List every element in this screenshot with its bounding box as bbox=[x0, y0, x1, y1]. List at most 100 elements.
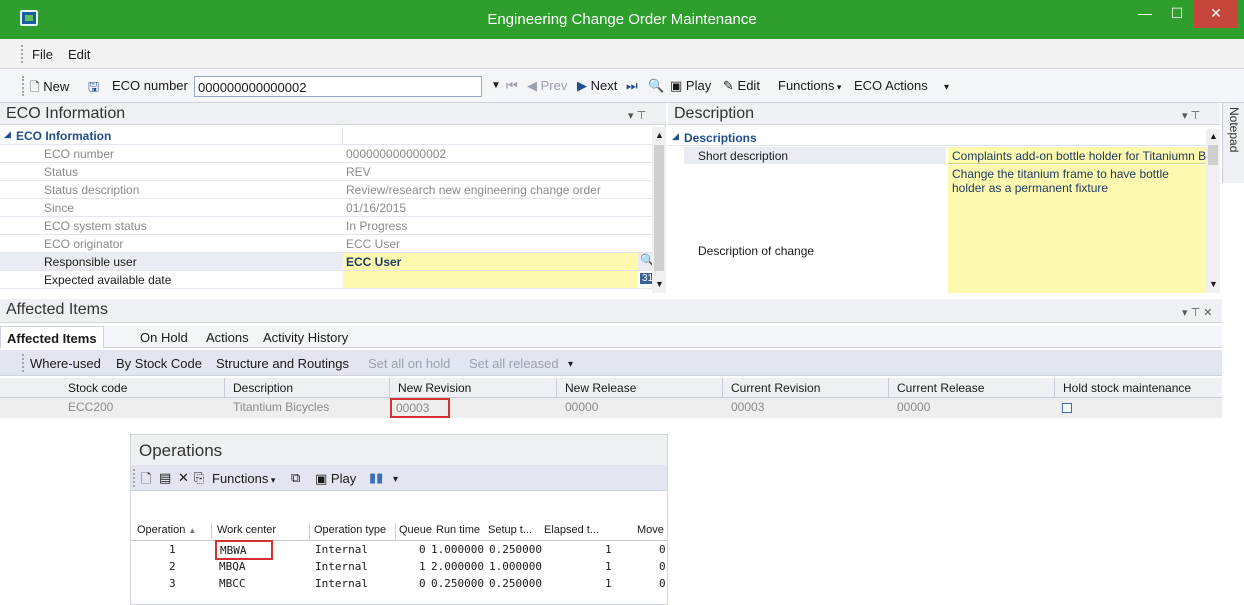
operations-play-button[interactable]: ▣ Play bbox=[315, 471, 356, 487]
scroll-down-icon[interactable]: ▼ bbox=[655, 279, 664, 289]
last-record-icon[interactable]: ⏭ bbox=[626, 78, 638, 94]
scroll-up-icon[interactable]: ▲ bbox=[1209, 131, 1218, 141]
tab-actions[interactable]: Actions bbox=[206, 330, 249, 345]
col-description[interactable]: Description bbox=[225, 378, 390, 398]
search-icon[interactable]: 🔍 bbox=[648, 78, 664, 94]
menu-edit[interactable]: Edit bbox=[68, 47, 90, 62]
work-center-mbwa[interactable]: MBWA bbox=[215, 540, 273, 560]
affected-items-header: Affected Items bbox=[0, 299, 1222, 323]
table-row[interactable]: ECC200 Titantium Bicycles 00003 00000 00… bbox=[0, 398, 1222, 418]
next-button[interactable]: ▶ Next bbox=[577, 78, 617, 94]
toolbar-overflow-icon[interactable]: ▾ bbox=[944, 82, 949, 93]
preview-icon[interactable]: ⧉ bbox=[291, 470, 300, 486]
table-row[interactable]: 3 MBCC Internal 0 0.250000 0.250000 1 0 bbox=[131, 576, 667, 592]
col-queue[interactable]: Queue bbox=[399, 524, 432, 536]
col-hold-stock-maintenance[interactable]: Hold stock maintenance bbox=[1055, 378, 1222, 398]
notepad-tab[interactable]: Notepad bbox=[1222, 103, 1244, 183]
set-all-released-button[interactable]: Set all released bbox=[469, 356, 559, 371]
col-run-time[interactable]: Run time bbox=[436, 524, 480, 536]
col-work-center[interactable]: Work center bbox=[217, 524, 276, 536]
scroll-thumb[interactable] bbox=[654, 145, 664, 271]
short-description-field[interactable]: Complaints add-on bottle holder for Tita… bbox=[948, 147, 1206, 164]
toolbar-overflow-icon[interactable]: ▾ bbox=[393, 474, 398, 485]
operations-panel: Operations 🗋 ▤ ✕ ⎘ Functions ▾ ⧉ ▣ Play … bbox=[130, 434, 668, 605]
delete-icon[interactable]: ✕ bbox=[178, 470, 189, 486]
collapse-icon[interactable]: ◢ bbox=[4, 129, 11, 140]
table-row[interactable]: 1 MBWA Internal 0 1.000000 0.250000 1 0 bbox=[131, 540, 667, 560]
scroll-up-icon[interactable]: ▲ bbox=[655, 130, 664, 140]
prev-arrow-icon: ◀ bbox=[527, 78, 537, 93]
structure-routings-button[interactable]: Structure and Routings bbox=[216, 356, 349, 371]
dropdown-arrow-icon[interactable]: ▼ bbox=[491, 80, 501, 91]
edit-button[interactable]: ✎ Edit bbox=[723, 78, 760, 94]
col-operation-type[interactable]: Operation type bbox=[314, 524, 386, 536]
copy-icon[interactable]: ⎘ bbox=[194, 470, 204, 486]
minimize-button[interactable]: — bbox=[1130, 0, 1160, 28]
window-title: Engineering Change Order Maintenance bbox=[487, 11, 757, 28]
description-panel: Description ▾ ⊤ ◢ Descriptions Short des… bbox=[668, 103, 1220, 293]
grip-icon bbox=[22, 354, 25, 372]
panel-menu-icon[interactable]: ▾ ⊤ ✕ bbox=[1182, 306, 1212, 319]
set-all-on-hold-button[interactable]: Set all on hold bbox=[368, 356, 450, 371]
tab-on-hold[interactable]: On Hold bbox=[140, 330, 188, 345]
hold-stock-checkbox[interactable] bbox=[1062, 403, 1072, 413]
tab-affected-items[interactable]: Affected Items bbox=[0, 326, 104, 348]
insert-row-icon[interactable]: ▤ bbox=[159, 470, 171, 486]
table-row[interactable]: 2 MBQA Internal 1 2.000000 1.000000 1 0 bbox=[131, 559, 667, 575]
cell-current-release: 00000 bbox=[897, 400, 931, 414]
by-stock-code-button[interactable]: By Stock Code bbox=[116, 356, 202, 371]
operations-functions-menu[interactable]: Functions ▾ bbox=[212, 471, 275, 486]
first-record-icon[interactable]: ⏮ bbox=[506, 78, 518, 94]
eco-row-number: ECO number 000000000000002 bbox=[0, 145, 652, 163]
responsible-user-field[interactable]: ECC User bbox=[343, 253, 638, 270]
tab-activity-history[interactable]: Activity History bbox=[263, 330, 348, 345]
new-document-icon[interactable]: 🗋 bbox=[141, 470, 151, 492]
col-operation[interactable]: Operation ▲ bbox=[137, 524, 196, 536]
panel-menu-icon[interactable]: ▾ ⊤ bbox=[1182, 109, 1200, 122]
affected-tabs: Affected Items On Hold Actions Activity … bbox=[0, 326, 1222, 348]
cell-stock-code: ECC200 bbox=[68, 400, 114, 414]
eco-scrollbar[interactable]: ▲ ▼ bbox=[652, 127, 666, 293]
expected-date-field[interactable] bbox=[343, 271, 638, 288]
menu-bar: File Edit bbox=[0, 39, 1244, 69]
play-icon: ▣ bbox=[670, 78, 683, 93]
descriptions-section[interactable]: ◢ Descriptions bbox=[668, 129, 1206, 146]
col-elapsed-time[interactable]: Elapsed t... bbox=[544, 524, 599, 536]
col-move[interactable]: Move bbox=[637, 524, 664, 536]
toolbar-overflow-icon[interactable]: ▾ bbox=[568, 359, 573, 370]
maximize-button[interactable]: ☐ bbox=[1162, 0, 1192, 28]
cell-new-revision[interactable]: 00003 bbox=[390, 398, 450, 418]
col-current-revision[interactable]: Current Revision bbox=[723, 378, 889, 398]
description-of-change-field[interactable]: Change the titanium frame to have bottle… bbox=[948, 165, 1206, 293]
eco-info-section[interactable]: ◢ ECO Information bbox=[0, 127, 652, 145]
close-button[interactable]: ✕ bbox=[1194, 0, 1238, 28]
cell-new-release: 00000 bbox=[565, 400, 599, 414]
eco-actions-menu[interactable]: ECO Actions bbox=[854, 78, 928, 93]
cell-description: Titantium Bicycles bbox=[233, 400, 330, 414]
eco-row-status: Status REV bbox=[0, 163, 652, 181]
save-icon[interactable]: 🖫 bbox=[88, 78, 99, 100]
menu-file[interactable]: File bbox=[32, 47, 53, 62]
eco-row-responsible-user[interactable]: Responsible user ECC User 🔍 bbox=[0, 253, 655, 271]
col-setup-time[interactable]: Setup t... bbox=[488, 524, 532, 536]
play-button[interactable]: ▣ Play bbox=[670, 78, 711, 94]
panel-menu-icon[interactable]: ▾ ⊤ bbox=[628, 109, 646, 122]
where-used-button[interactable]: Where-used bbox=[30, 356, 101, 371]
description-scrollbar[interactable]: ▲ ▼ bbox=[1206, 129, 1220, 293]
col-new-release[interactable]: New Release bbox=[557, 378, 723, 398]
operations-toolbar: 🗋 ▤ ✕ ⎘ Functions ▾ ⧉ ▣ Play ▮▮ ▾ bbox=[131, 465, 667, 491]
eco-info-header: ECO Information bbox=[0, 103, 666, 125]
prev-button[interactable]: ◀ Prev bbox=[527, 78, 567, 94]
next-arrow-icon: ▶ bbox=[577, 78, 587, 93]
functions-menu[interactable]: Functions ▾ bbox=[778, 78, 841, 93]
scroll-down-icon[interactable]: ▼ bbox=[1209, 279, 1218, 289]
chart-icon[interactable]: ▮▮ bbox=[369, 470, 383, 486]
col-current-release[interactable]: Current Release bbox=[889, 378, 1055, 398]
col-stock-code[interactable]: Stock code bbox=[60, 378, 225, 398]
scroll-thumb[interactable] bbox=[1208, 145, 1218, 165]
affected-grid-header: Stock code Description New Revision New … bbox=[0, 378, 1222, 398]
eco-row-system-status: ECO system status In Progress bbox=[0, 217, 652, 235]
col-new-revision[interactable]: New Revision bbox=[390, 378, 557, 398]
new-button[interactable]: 🗋 New bbox=[30, 78, 69, 99]
eco-number-input[interactable]: 000000000000002 bbox=[198, 80, 306, 95]
